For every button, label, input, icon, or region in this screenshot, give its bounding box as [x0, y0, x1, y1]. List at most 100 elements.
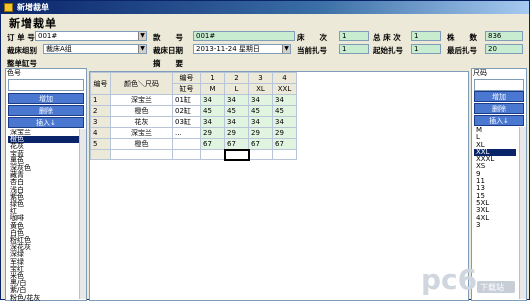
color-panel: 色号 增加 删除 插入↓ 深宝兰 橙色 花灰 宝蓝 黑色 深灰色 藏青 杏白 浅白 紫色 绿色红咖啡… — [5, 68, 87, 301]
watermark-text: pc6 — [421, 263, 477, 296]
table-row[interactable]: 2 橙色 02缸 45 45 45 45 — [90, 105, 297, 117]
color-list[interactable]: 深宝兰 橙色 花灰 宝蓝 黑色 深灰色 藏青 杏白 浅白 紫色 绿色红咖啡 黄色 白色 粉红色 深花灰 深绿军… — [8, 129, 84, 302]
row-qty[interactable]: 45 — [272, 105, 297, 117]
row-qty[interactable]: 34 — [200, 116, 225, 128]
row-gang[interactable]: 02缸 — [172, 105, 201, 117]
chevron-down-icon[interactable]: ▼ — [282, 45, 290, 53]
row-qty[interactable]: 67 — [248, 138, 273, 150]
row-color[interactable]: 深宝兰 — [110, 127, 173, 139]
current-field[interactable]: 1 — [339, 44, 369, 54]
row-qty[interactable]: 34 — [200, 94, 225, 106]
row-qty[interactable]: 67 — [200, 138, 225, 150]
row-qty[interactable]: 34 — [224, 116, 249, 128]
row-qty[interactable]: 45 — [200, 105, 225, 117]
row-qty[interactable]: 34 — [248, 94, 273, 106]
row-gang[interactable]: 01缸 — [172, 94, 201, 106]
header-size: L — [224, 83, 249, 95]
add-size-button[interactable]: 增加 — [474, 91, 524, 102]
last-field[interactable]: 20 — [485, 44, 523, 54]
summary-label: 摘 要 — [153, 59, 183, 68]
cut-grid: 编号 颜色＼尺码 编号 1 2 3 4 缸号 M L XL XXL 1 深宝兰 01缸 34 34 34 34 2 橙色… — [89, 71, 469, 301]
style-field[interactable]: 001# — [193, 31, 295, 41]
size-list-item[interactable]: M — [474, 126, 516, 134]
table-row[interactable]: 4 深宝兰... 29 29 29 29 — [90, 127, 297, 139]
row-qty[interactable]: 29 — [200, 127, 225, 139]
header-size-index: 1 — [200, 72, 225, 84]
header-size: XXL — [272, 83, 297, 95]
count-label: 株 数 — [447, 33, 477, 42]
row-number: 3 — [90, 116, 111, 128]
color-scrollbar[interactable] — [79, 129, 86, 299]
row-qty[interactable]: 29 — [272, 127, 297, 139]
row-qty[interactable]: 67 — [272, 138, 297, 150]
window-title: 新增裁单 — [17, 3, 49, 12]
group-label: 裁床组别 — [7, 46, 37, 55]
row-number: 5 — [90, 138, 111, 150]
empty-cell[interactable] — [248, 149, 273, 160]
chevron-down-icon[interactable]: ▼ — [138, 32, 146, 40]
total-bed-label: 总 床 次 — [373, 33, 401, 42]
row-qty[interactable]: 29 — [224, 127, 249, 139]
row-qty[interactable]: 34 — [224, 94, 249, 106]
size-list-item[interactable]: 3 — [474, 221, 516, 229]
row-number: 2 — [90, 105, 111, 117]
watermark-sub: 下载站 — [480, 282, 504, 292]
insert-size-button[interactable]: 插入↓ — [474, 115, 524, 126]
row-qty[interactable]: 34 — [272, 94, 297, 106]
row-gang[interactable]: 03缸 — [172, 116, 201, 128]
count-field[interactable]: 836 — [485, 31, 523, 41]
row-color[interactable]: 深宝兰 — [110, 94, 173, 106]
insert-color-button[interactable]: 插入↓ — [8, 117, 84, 128]
title-bar: 新增裁单 — [1, 1, 529, 14]
group-select[interactable]: 裁床A组 ▼ — [43, 44, 147, 54]
row-qty[interactable]: 67 — [224, 138, 249, 150]
empty-cell[interactable] — [272, 149, 297, 160]
color-search-input[interactable] — [8, 79, 84, 91]
header-color-size: 颜色＼尺码 — [110, 72, 173, 95]
color-list-item[interactable]: 粉色/花灰 — [8, 294, 84, 302]
empty-cell[interactable] — [90, 149, 111, 160]
bed-field[interactable]: 1 — [339, 31, 369, 41]
style-label: 款 号 — [153, 33, 183, 42]
chevron-down-icon[interactable]: ▼ — [138, 45, 146, 53]
order-field[interactable]: 001# ▼ — [35, 31, 147, 41]
delete-size-button[interactable]: 删除 — [474, 103, 524, 114]
table-row[interactable]: 1 深宝兰 01缸 34 34 34 34 — [90, 94, 297, 106]
row-qty[interactable]: 34 — [248, 116, 273, 128]
size-list-item[interactable]: XS — [474, 163, 516, 171]
header-size: M — [200, 83, 225, 95]
header-rowno: 编号 — [90, 72, 111, 95]
delete-color-button[interactable]: 删除 — [8, 105, 84, 116]
size-scrollbar[interactable] — [519, 127, 526, 299]
empty-cell[interactable] — [172, 149, 201, 160]
header-size-index: 2 — [224, 72, 249, 84]
size-list[interactable]: M L XL XXL XXXL XS 9 11 13 15 5XL 3XL 4XL 3 — [474, 126, 516, 229]
size-search-input[interactable] — [474, 79, 524, 91]
row-qty[interactable]: 34 — [272, 116, 297, 128]
row-number: 4 — [90, 127, 111, 139]
total-bed-field[interactable]: 1 — [411, 31, 441, 41]
cut-table: 编号 颜色＼尺码 编号 1 2 3 4 缸号 M L XL XXL 1 深宝兰 01缸 34 34 34 34 2 橙色… — [90, 72, 297, 161]
color-list-item[interactable]: 绿色 — [8, 200, 84, 208]
row-qty[interactable]: 29 — [248, 127, 273, 139]
row-color[interactable]: 橙色 — [110, 138, 173, 150]
row-color[interactable]: 花灰 — [110, 116, 173, 128]
add-color-button[interactable]: 增加 — [8, 93, 84, 104]
row-qty[interactable]: 45 — [248, 105, 273, 117]
date-picker[interactable]: 2013-11-24 星期日 ▼ — [193, 44, 291, 54]
empty-cell[interactable] — [223, 148, 250, 161]
header-code: 编号 — [172, 72, 201, 84]
row-gang[interactable] — [172, 138, 201, 150]
size-list-item[interactable]: 4XL — [474, 214, 516, 222]
empty-cell[interactable] — [110, 149, 173, 160]
empty-cell[interactable] — [200, 149, 225, 160]
order-label: 订 单 号 — [7, 33, 35, 42]
row-color[interactable]: 橙色 — [110, 105, 173, 117]
row-qty[interactable]: 45 — [224, 105, 249, 117]
start-field[interactable]: 1 — [411, 44, 441, 54]
table-row[interactable]: 5 橙色 67 67 67 67 — [90, 138, 297, 150]
table-row[interactable]: 3 花灰 03缸 34 34 34 34 — [90, 116, 297, 128]
pc6-watermark: pc6 下载站 — [421, 263, 515, 296]
table-row[interactable] — [90, 148, 297, 161]
row-gang[interactable]: ... — [172, 127, 201, 139]
